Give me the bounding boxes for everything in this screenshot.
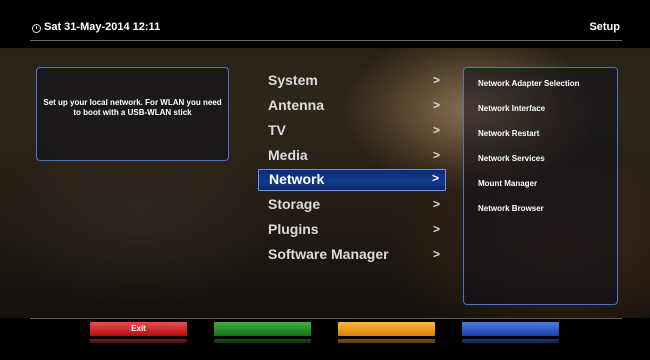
description-panel: Set up your local network. For WLAN you … xyxy=(36,67,229,161)
menu-item-label: Plugins xyxy=(268,221,319,237)
submenu-item-network-interface[interactable]: Network Interface xyxy=(478,104,545,113)
menu-item-label: Antenna xyxy=(268,97,324,113)
yellow-button-reflection xyxy=(338,339,435,343)
chevron-right-icon: > xyxy=(431,171,439,185)
datetime: Sat 31-May-2014 12:11 xyxy=(44,21,161,33)
description-text: Set up your local network. For WLAN you … xyxy=(43,98,222,117)
blue-button-reflection xyxy=(462,339,559,343)
submenu-panel: Network Adapter Selection Network Interf… xyxy=(463,67,618,305)
submenu-item-network-services[interactable]: Network Services xyxy=(478,154,545,163)
menu-item-label: System xyxy=(268,72,318,88)
chevron-right-icon: > xyxy=(432,98,440,112)
chevron-right-icon: > xyxy=(432,222,440,236)
clock-icon xyxy=(32,24,41,33)
menu-item-tv[interactable]: TV > xyxy=(258,120,446,142)
setup-screen: Sat 31-May-2014 12:11 Setup Set up your … xyxy=(0,0,650,360)
menu-item-antenna[interactable]: Antenna > xyxy=(258,95,446,117)
green-button[interactable] xyxy=(214,322,311,336)
menu-item-network[interactable]: Network > xyxy=(258,169,446,191)
menu-item-label: Software Manager xyxy=(268,246,389,262)
menu-item-label: Network xyxy=(269,171,325,187)
menu-item-plugins[interactable]: Plugins > xyxy=(258,219,446,241)
menu-item-software-manager[interactable]: Software Manager > xyxy=(258,244,446,266)
exit-button-label: Exit xyxy=(131,324,146,333)
menu-item-label: TV xyxy=(268,122,286,138)
menu-item-label: Storage xyxy=(268,196,321,212)
footer-divider xyxy=(30,318,622,319)
submenu-item-network-restart[interactable]: Network Restart xyxy=(478,129,539,138)
red-exit-button[interactable]: Exit xyxy=(90,322,187,336)
screen-title: Setup xyxy=(589,21,620,33)
yellow-button[interactable] xyxy=(338,322,435,336)
chevron-right-icon: > xyxy=(432,247,440,261)
green-button-reflection xyxy=(214,339,311,343)
blue-button[interactable] xyxy=(462,322,559,336)
chevron-right-icon: > xyxy=(432,148,440,162)
menu-item-media[interactable]: Media > xyxy=(258,145,446,167)
chevron-right-icon: > xyxy=(432,197,440,211)
menu-item-label: Media xyxy=(268,147,308,163)
chevron-right-icon: > xyxy=(432,123,440,137)
submenu-item-mount-manager[interactable]: Mount Manager xyxy=(478,179,537,188)
menu-item-system[interactable]: System > xyxy=(258,70,446,92)
submenu-item-network-browser[interactable]: Network Browser xyxy=(478,204,544,213)
menu-item-storage[interactable]: Storage > xyxy=(258,194,446,216)
submenu-item-network-adapter-selection[interactable]: Network Adapter Selection xyxy=(478,79,580,88)
header-divider xyxy=(30,40,622,41)
red-button-reflection xyxy=(90,339,187,343)
chevron-right-icon: > xyxy=(432,73,440,87)
